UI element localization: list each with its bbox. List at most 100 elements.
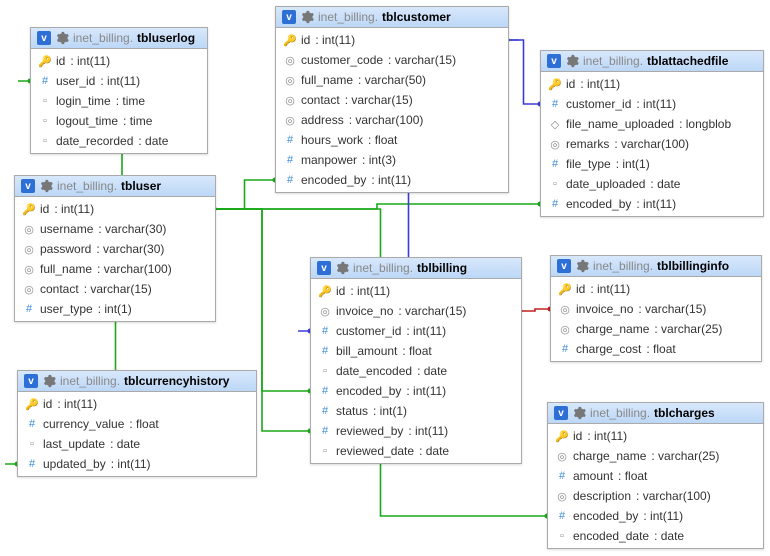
- table-header[interactable]: vinet_billing.tblcharges: [548, 403, 763, 424]
- table-tblattachedfile[interactable]: vinet_billing.tblattachedfile🔑id: int(11…: [540, 50, 764, 217]
- table-tblcurrencyhistory[interactable]: vinet_billing.tblcurrencyhistory🔑id: int…: [17, 370, 257, 477]
- column-row[interactable]: #charge_cost: float: [551, 339, 761, 359]
- num-icon: #: [319, 385, 331, 397]
- table-tblbillinginfo[interactable]: vinet_billing.tblbillinginfo🔑id: int(11)…: [550, 255, 762, 362]
- column-row[interactable]: ▫date_uploaded: date: [541, 174, 763, 194]
- column-row[interactable]: ▫date_recorded: date: [31, 131, 207, 151]
- column-row[interactable]: 🔑id: int(11): [551, 279, 761, 299]
- table-tbluserlog[interactable]: vinet_billing.tbluserlog🔑id: int(11)#use…: [30, 27, 208, 154]
- column-row[interactable]: 🔑id: int(11): [541, 74, 763, 94]
- column-row[interactable]: ▫last_update: date: [18, 434, 256, 454]
- column-row[interactable]: #user_type: int(1): [15, 299, 215, 319]
- column-row[interactable]: ▫date_encoded: date: [311, 361, 521, 381]
- gear-icon[interactable]: [39, 179, 53, 193]
- column-row[interactable]: ◎contact: varchar(15): [276, 90, 508, 110]
- column-row[interactable]: ◎invoice_no: varchar(15): [311, 301, 521, 321]
- table-header[interactable]: vinet_billing.tbluserlog: [31, 28, 207, 49]
- column-row[interactable]: ◎full_name: varchar(100): [15, 259, 215, 279]
- column-row[interactable]: #hours_work: float: [276, 130, 508, 150]
- column-row[interactable]: #status: int(1): [311, 401, 521, 421]
- column-row[interactable]: ▫encoded_date: date: [548, 526, 763, 546]
- gear-icon[interactable]: [572, 406, 586, 420]
- column-row[interactable]: ▫login_time: time: [31, 91, 207, 111]
- table-header[interactable]: vinet_billing.tblcustomer: [276, 7, 508, 28]
- column-name: id: [56, 54, 65, 68]
- column-type: : float: [129, 417, 158, 431]
- table-columns: 🔑id: int(11)#user_id: int(11)▫login_time…: [31, 49, 207, 153]
- column-type: : varchar(100): [614, 137, 689, 151]
- table-header[interactable]: vinet_billing.tblcurrencyhistory: [18, 371, 256, 392]
- column-row[interactable]: 🔑id: int(11): [18, 394, 256, 414]
- column-row[interactable]: #customer_id: int(11): [311, 321, 521, 341]
- num-icon: #: [319, 425, 331, 437]
- column-type: : int(11): [643, 509, 683, 523]
- column-row[interactable]: ◎customer_code: varchar(15): [276, 50, 508, 70]
- column-row[interactable]: 🔑id: int(11): [276, 30, 508, 50]
- table-header[interactable]: vinet_billing.tblbilling: [311, 258, 521, 279]
- table-columns: 🔑id: int(11)◎charge_name: varchar(25)#am…: [548, 424, 763, 548]
- column-row[interactable]: #reviewed_by: int(11): [311, 421, 521, 441]
- dt-icon: ▫: [319, 365, 331, 377]
- column-type: : int(11): [406, 384, 446, 398]
- column-row[interactable]: ◇file_name_uploaded: longblob: [541, 114, 763, 134]
- column-row[interactable]: ▫reviewed_date: date: [311, 441, 521, 461]
- gear-icon[interactable]: [55, 31, 69, 45]
- column-name: file_name_uploaded: [566, 117, 674, 131]
- column-row[interactable]: #user_id: int(11): [31, 71, 207, 91]
- gear-icon[interactable]: [300, 10, 314, 24]
- column-row[interactable]: ◎contact: varchar(15): [15, 279, 215, 299]
- column-row[interactable]: #amount: float: [548, 466, 763, 486]
- column-type: : int(11): [54, 202, 94, 216]
- gear-icon[interactable]: [42, 374, 56, 388]
- column-row[interactable]: 🔑id: int(11): [15, 199, 215, 219]
- phpmyadmin-badge-icon: v: [21, 179, 35, 193]
- table-tblcharges[interactable]: vinet_billing.tblcharges🔑id: int(11)◎cha…: [547, 402, 764, 549]
- gear-icon[interactable]: [335, 261, 349, 275]
- table-tbluser[interactable]: vinet_billing.tbluser🔑id: int(11)◎userna…: [14, 175, 216, 322]
- column-row[interactable]: ◎invoice_no: varchar(15): [551, 299, 761, 319]
- column-row[interactable]: ▫logout_time: time: [31, 111, 207, 131]
- column-row[interactable]: 🔑id: int(11): [31, 51, 207, 71]
- table-tblcustomer[interactable]: vinet_billing.tblcustomer🔑id: int(11)◎cu…: [275, 6, 509, 193]
- column-row[interactable]: #updated_by: int(11): [18, 454, 256, 474]
- column-name: encoded_by: [301, 173, 366, 187]
- column-row[interactable]: ◎password: varchar(30): [15, 239, 215, 259]
- table-header[interactable]: vinet_billing.tbluser: [15, 176, 215, 197]
- gear-icon[interactable]: [575, 259, 589, 273]
- column-row[interactable]: ◎description: varchar(100): [548, 486, 763, 506]
- column-row[interactable]: ◎full_name: varchar(50): [276, 70, 508, 90]
- dt-icon: ▫: [39, 135, 51, 147]
- column-row[interactable]: #encoded_by: int(11): [311, 381, 521, 401]
- num-icon: #: [319, 405, 331, 417]
- table-header[interactable]: vinet_billing.tblbillinginfo: [551, 256, 761, 277]
- column-name: full_name: [301, 73, 353, 87]
- column-name: id: [336, 284, 345, 298]
- table-header[interactable]: vinet_billing.tblattachedfile: [541, 51, 763, 72]
- column-row[interactable]: #encoded_by: int(11): [276, 170, 508, 190]
- column-name: currency_value: [43, 417, 124, 431]
- gear-icon[interactable]: [565, 54, 579, 68]
- column-row[interactable]: 🔑id: int(11): [311, 281, 521, 301]
- column-row[interactable]: #manpower: int(3): [276, 150, 508, 170]
- column-name: file_type: [566, 157, 611, 171]
- column-row[interactable]: #currency_value: float: [18, 414, 256, 434]
- column-row[interactable]: #customer_id: int(11): [541, 94, 763, 114]
- column-row[interactable]: #file_type: int(1): [541, 154, 763, 174]
- column-name: date_encoded: [336, 364, 412, 378]
- column-row[interactable]: ◎remarks: varchar(100): [541, 134, 763, 154]
- column-name: username: [40, 222, 93, 236]
- column-row[interactable]: ◎username: varchar(30): [15, 219, 215, 239]
- column-row[interactable]: ◎charge_name: varchar(25): [548, 446, 763, 466]
- column-type: : date: [138, 134, 168, 148]
- column-row[interactable]: ◎address: varchar(100): [276, 110, 508, 130]
- column-name: invoice_no: [336, 304, 393, 318]
- column-row[interactable]: #bill_amount: float: [311, 341, 521, 361]
- num-icon: #: [39, 75, 51, 87]
- table-tblbilling[interactable]: vinet_billing.tblbilling🔑id: int(11)◎inv…: [310, 257, 522, 464]
- column-row[interactable]: #encoded_by: int(11): [548, 506, 763, 526]
- column-name: last_update: [43, 437, 105, 451]
- column-row[interactable]: ◎charge_name: varchar(25): [551, 319, 761, 339]
- column-row[interactable]: 🔑id: int(11): [548, 426, 763, 446]
- column-row[interactable]: #encoded_by: int(11): [541, 194, 763, 214]
- table-name: tbluser: [121, 179, 161, 193]
